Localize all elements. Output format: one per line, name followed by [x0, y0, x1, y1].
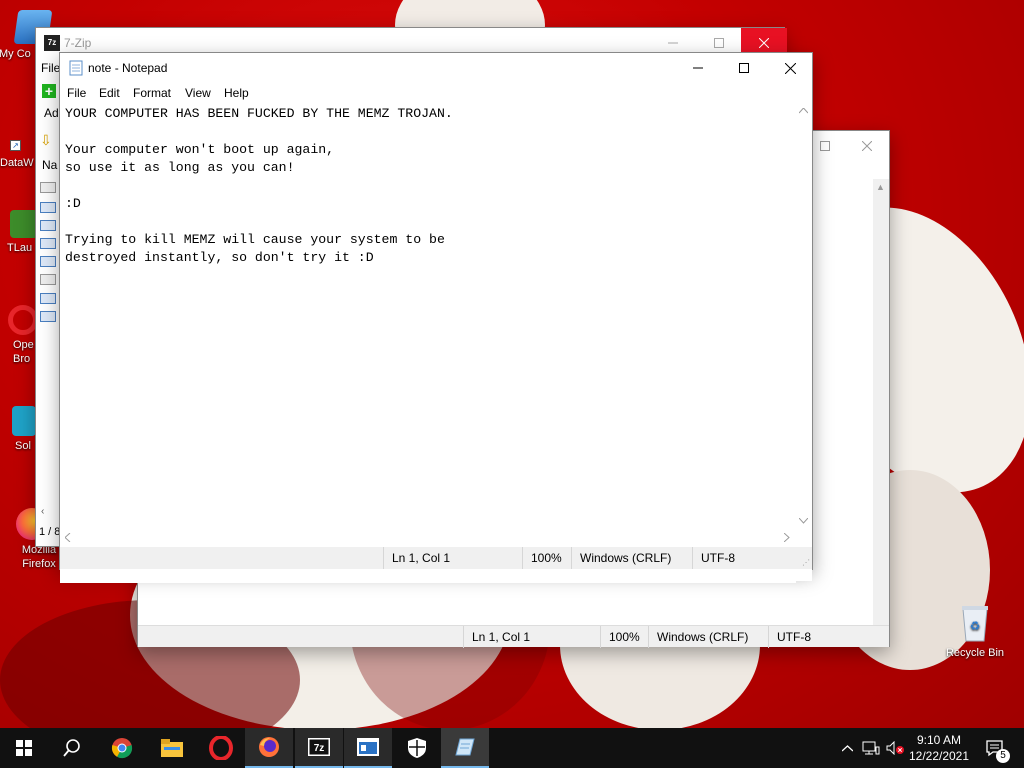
file-row-icon [40, 220, 56, 231]
taskbar-notepad[interactable] [441, 728, 489, 768]
system-clock[interactable]: 9:10 AM 12/22/2021 [903, 732, 975, 764]
volume-muted-icon [886, 741, 904, 755]
7zip-app-icon: 7z [44, 35, 60, 51]
window-app-icon [357, 738, 379, 756]
desktop-icon-recycle-bin[interactable]: ♻ Recycle Bin [938, 603, 1012, 660]
close-button[interactable] [844, 131, 890, 161]
chrome-icon [111, 738, 133, 759]
taskbar-7zip[interactable]: 7z [295, 728, 343, 768]
7zip-title: 7-Zip [64, 36, 92, 50]
menu-bar: File Edit Format View Help [60, 83, 812, 103]
opera-icon [209, 736, 233, 760]
taskbar-file-explorer[interactable] [148, 728, 196, 768]
clock-date: 12/22/2021 [908, 749, 970, 763]
taskbar-chrome[interactable] [98, 728, 146, 768]
notification-count-badge: 5 [996, 749, 1010, 763]
search-icon [63, 739, 80, 757]
7zip-add-label: Ad [44, 106, 59, 120]
start-icon [16, 740, 32, 756]
text-editor[interactable]: YOUR COMPUTER HAS BEEN FUCKED BY THE MEM… [60, 103, 796, 583]
status-zoom: 100% [522, 547, 562, 569]
7zip-status-count: 1 / 8 [39, 526, 61, 538]
network-button[interactable] [860, 728, 882, 768]
editor-text[interactable]: YOUR COMPUTER HAS BEEN FUCKED BY THE MEM… [60, 103, 796, 267]
window-title: note - Notepad [88, 61, 168, 75]
status-bar: Ln 1, Col 1 100% Windows (CRLF) UTF-8 [138, 625, 889, 648]
menu-file[interactable]: File [67, 86, 86, 100]
sol-icon [12, 406, 36, 436]
taskbar-firefox[interactable] [245, 728, 293, 768]
horizontal-scrollbar[interactable] [60, 529, 796, 546]
extract-icon[interactable]: ⇩ [40, 132, 52, 149]
taskbar: 7z 9:10 AM 12/22/2021 5 [0, 728, 1024, 768]
svg-text:♻: ♻ [970, 619, 981, 633]
status-line-ending: Windows (CRLF) [571, 547, 671, 569]
file-row-icon [40, 182, 56, 193]
action-center-button[interactable]: 5 [978, 728, 1012, 768]
file-row-icon [40, 311, 56, 322]
menu-format[interactable]: Format [133, 86, 171, 100]
scroll-up-arrow [799, 108, 808, 114]
notepad-titlebar[interactable]: note - Notepad [60, 53, 812, 83]
scroll-left-arrow[interactable]: ‹ [41, 506, 44, 517]
taskbar-opera[interactable] [197, 728, 245, 768]
svg-text:7z: 7z [314, 743, 325, 754]
file-row-icon [40, 202, 56, 213]
maximize-button[interactable] [721, 53, 767, 83]
clock-time: 9:10 AM [916, 733, 962, 747]
7zip-left-strip: File + Ad ⇩ Na ‹ 1 / 8 [36, 58, 60, 548]
7zip-icon: 7z [308, 738, 330, 756]
file-row-icon [40, 256, 56, 267]
menu-edit[interactable]: Edit [99, 86, 120, 100]
menu-view[interactable]: View [185, 86, 211, 100]
firefox-icon [259, 737, 279, 757]
start-button[interactable] [0, 728, 48, 768]
opera-icon [8, 305, 38, 335]
scroll-right-arrow [784, 533, 790, 542]
tlauncher-icon [10, 210, 38, 238]
file-explorer-icon [161, 739, 183, 757]
status-zoom: 100% [600, 626, 640, 648]
chevron-up-icon [841, 744, 853, 751]
status-line-ending: Windows (CRLF) [648, 626, 748, 648]
status-position: Ln 1, Col 1 [383, 547, 450, 569]
security-icon [408, 738, 426, 758]
status-position: Ln 1, Col 1 [463, 626, 530, 648]
taskbar-window-app[interactable] [344, 728, 392, 768]
add-icon[interactable]: + [42, 84, 56, 98]
network-icon [862, 741, 880, 755]
status-encoding: UTF-8 [768, 626, 811, 648]
status-bar: Ln 1, Col 1 100% Windows (CRLF) UTF-8 ⋰ [60, 547, 812, 569]
status-encoding: UTF-8 [692, 547, 735, 569]
7zip-menu-file[interactable]: File [41, 61, 60, 75]
notepad-icon [455, 738, 475, 756]
scroll-down-arrow [799, 518, 808, 524]
file-row-icon [40, 293, 56, 304]
show-hidden-icons-button[interactable] [838, 728, 856, 768]
vertical-scrollbar[interactable] [795, 103, 812, 581]
desktop-icon-label: Recycle Bin [945, 647, 1005, 659]
shortcut-arrow-icon: ↗ [10, 140, 21, 151]
notepad-window[interactable]: note - Notepad File Edit Format View Hel… [59, 52, 813, 583]
taskbar-security[interactable] [393, 728, 441, 768]
vertical-scrollbar[interactable]: ▲ ▼ [873, 179, 889, 643]
close-button[interactable] [767, 53, 813, 83]
resize-grip-icon[interactable]: ⋰ [802, 558, 810, 567]
file-row-icon [40, 274, 56, 285]
file-row-icon [40, 238, 56, 249]
notepad-app-icon [68, 60, 84, 76]
menu-help[interactable]: Help [224, 86, 249, 100]
minimize-button[interactable] [675, 53, 721, 83]
recycle-bin-icon: ♻ [958, 603, 992, 643]
7zip-name-column[interactable]: Na [42, 158, 57, 172]
scroll-left-arrow [65, 533, 71, 542]
search-button[interactable] [48, 728, 96, 768]
